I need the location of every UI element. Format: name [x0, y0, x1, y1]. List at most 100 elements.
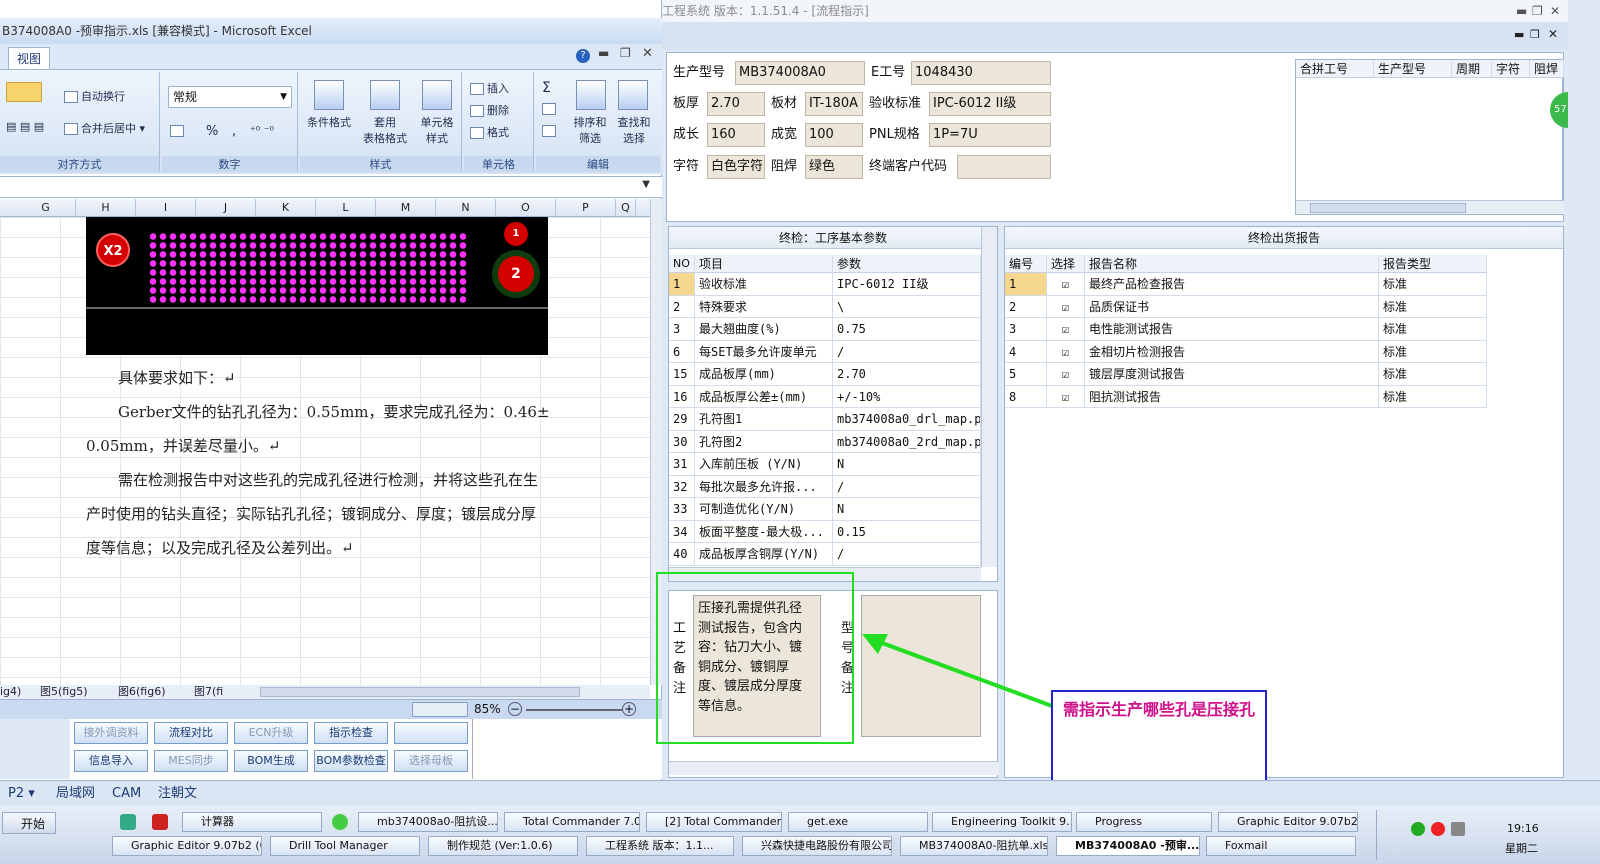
- number-format-select[interactable]: 常规 ▼: [168, 86, 292, 108]
- remark-hscroll[interactable]: [669, 761, 999, 775]
- table-row[interactable]: 2 ☑ 品质保证书 标准: [1005, 295, 1487, 318]
- row-checkbox[interactable]: ☑: [1047, 385, 1085, 407]
- combine-scroll-thumb[interactable]: [1310, 203, 1466, 213]
- tool-button[interactable]: ECN升级: [234, 722, 308, 744]
- help-icon[interactable]: ?: [576, 49, 590, 63]
- taskbar-item[interactable]: Total Commander 7.0...: [504, 812, 640, 832]
- ie-icon[interactable]: [332, 814, 348, 830]
- tool-button[interactable]: 信息导入: [74, 750, 148, 772]
- bottom-select[interactable]: P2 ▾: [2, 783, 52, 805]
- field-pnl[interactable]: 1P=7U: [929, 123, 1051, 147]
- table-row[interactable]: 15 成品板厚(mm) 2.70: [669, 363, 981, 386]
- currency-button[interactable]: [170, 124, 187, 137]
- tray-icon[interactable]: [1411, 822, 1425, 836]
- tool-button[interactable]: BOM生成: [234, 750, 308, 772]
- volume-icon[interactable]: [1451, 822, 1465, 836]
- taskbar-item[interactable]: Graphic Editor 9.07b2...: [1218, 812, 1358, 832]
- field-thickness[interactable]: 2.70: [707, 92, 765, 116]
- sheet-tab[interactable]: 图7(fi: [194, 685, 223, 699]
- merge-center-button[interactable]: 合并后居中 ▾: [64, 120, 145, 136]
- zoom-out-icon[interactable]: −: [508, 702, 522, 716]
- table-format-button[interactable]: 套用 表格格式: [356, 114, 414, 146]
- taskbar-item[interactable]: 制作规范 (Ver:1.0.6): [428, 836, 578, 856]
- view-mode-buttons[interactable]: [412, 702, 468, 717]
- app-close-icon[interactable]: ✕: [1550, 0, 1560, 22]
- start-button[interactable]: 开始: [2, 812, 56, 834]
- field-model[interactable]: MB374008A0: [735, 61, 865, 85]
- params-vscroll[interactable]: [981, 227, 997, 567]
- tab-view[interactable]: 视图: [8, 47, 50, 69]
- fill-button[interactable]: [542, 102, 559, 115]
- tool-button[interactable]: 接外调资料: [74, 722, 148, 744]
- zoom-in-icon[interactable]: +: [622, 702, 636, 716]
- taskbar-item[interactable]: 工程系统 版本：1.1...: [586, 836, 734, 856]
- sheet-tab[interactable]: 图5(fig5): [40, 685, 88, 699]
- taskbar-item[interactable]: MB374008A0-阻抗单.xls: [900, 836, 1048, 856]
- format-button[interactable]: 格式: [470, 124, 509, 140]
- insert-button[interactable]: 插入: [470, 80, 509, 96]
- table-row[interactable]: 29 孔符图1 mb374008a0_drl_map.p: [669, 408, 981, 431]
- taskbar-item[interactable]: mb374008a0-阻抗设...: [358, 812, 498, 832]
- bottom-tab[interactable]: 局域网: [56, 783, 95, 805]
- child-restore-icon[interactable]: ❐: [1530, 28, 1540, 41]
- comma-button[interactable]: ,: [232, 124, 236, 139]
- tool-button[interactable]: MES同步: [154, 750, 228, 772]
- field-e-no[interactable]: 1048430: [911, 61, 1051, 85]
- field-material[interactable]: IT-180A: [805, 92, 863, 116]
- column-header[interactable]: K: [256, 199, 316, 217]
- taskbar-item[interactable]: Foxmail: [1206, 836, 1356, 856]
- field-customer[interactable]: [957, 155, 1051, 179]
- taskbar-item[interactable]: Drill Tool Manager: [270, 836, 420, 856]
- wrap-align-icon[interactable]: [6, 82, 42, 102]
- column-header[interactable]: Q: [616, 199, 636, 217]
- cell-style-button[interactable]: 单元格 样式: [414, 114, 460, 146]
- table-row[interactable]: 1 验收标准 IPC-6012 II级: [669, 273, 981, 296]
- bottom-tab[interactable]: 注朝文: [158, 783, 197, 805]
- ribbon-minimize-icon[interactable]: ▬: [598, 46, 609, 60]
- tool-button[interactable]: [394, 722, 468, 744]
- field-width[interactable]: 100: [805, 123, 863, 147]
- column-header[interactable]: P: [556, 199, 616, 217]
- tool-button[interactable]: 流程对比: [154, 722, 228, 744]
- table-row[interactable]: 34 板面平整度-最大极... 0.15: [669, 520, 981, 543]
- decimal-buttons[interactable]: ⁺⁰ ⁻⁰: [250, 124, 274, 137]
- bottom-tab[interactable]: CAM: [112, 783, 141, 805]
- field-char[interactable]: 白色字符: [707, 155, 765, 179]
- field-mask[interactable]: 绿色: [805, 155, 863, 179]
- delete-button[interactable]: 删除: [470, 102, 509, 118]
- taskbar-item[interactable]: Progress: [1076, 812, 1212, 832]
- autosum-button[interactable]: Σ: [542, 80, 551, 96]
- table-row[interactable]: 8 ☑ 阻抗测试报告 标准: [1005, 385, 1487, 408]
- app-maximize-icon[interactable]: ❐: [1532, 0, 1543, 22]
- table-row[interactable]: 5 ☑ 镀层厚度测试报告 标准: [1005, 363, 1487, 386]
- taskbar-item[interactable]: [2] Total Commander ...: [646, 812, 782, 832]
- field-length[interactable]: 160: [707, 123, 765, 147]
- sheet-tab[interactable]: ig4): [0, 685, 21, 699]
- column-header[interactable]: L: [316, 199, 376, 217]
- child-minimize-icon[interactable]: ▬: [1514, 28, 1524, 41]
- tray-icon[interactable]: [1431, 822, 1445, 836]
- ribbon-close-icon[interactable]: ✕: [642, 46, 653, 61]
- column-header[interactable]: H: [76, 199, 136, 217]
- quicklaunch-icon[interactable]: [120, 814, 136, 830]
- horizontal-scrollbar[interactable]: [260, 687, 580, 697]
- conditional-format-button[interactable]: 条件格式: [304, 114, 354, 130]
- column-header[interactable]: O: [496, 199, 556, 217]
- table-row[interactable]: 4 ☑ 金相切片检测报告 标准: [1005, 340, 1487, 363]
- table-row[interactable]: 40 成品板厚含铜厚(Y/N) /: [669, 543, 981, 566]
- field-standard[interactable]: IPC-6012 II级: [929, 92, 1051, 116]
- taskbar-item[interactable]: Graphic Editor 9.07b2 (0...: [112, 836, 262, 856]
- table-row[interactable]: 33 可制造优化(Y/N) N: [669, 498, 981, 521]
- sort-filter-button[interactable]: 排序和 筛选: [568, 114, 612, 146]
- formula-bar[interactable]: ▼: [0, 176, 662, 198]
- row-checkbox[interactable]: ☑: [1047, 295, 1085, 317]
- table-row[interactable]: 3 最大翘曲度(%) 0.75: [669, 318, 981, 341]
- table-row[interactable]: 16 成品板厚公差±(mm) +/-10%: [669, 385, 981, 408]
- table-row[interactable]: 30 孔符图2 mb374008a0_2rd_map.p: [669, 430, 981, 453]
- taskbar-item[interactable]: get.exe: [788, 812, 928, 832]
- column-header[interactable]: J: [196, 199, 256, 217]
- row-checkbox[interactable]: ☑: [1047, 273, 1085, 295]
- taskbar-item[interactable]: Engineering Toolkit 9....: [932, 812, 1072, 832]
- table-row[interactable]: 31 入库前压板 (Y/N) N: [669, 453, 981, 476]
- percent-button[interactable]: %: [206, 124, 218, 139]
